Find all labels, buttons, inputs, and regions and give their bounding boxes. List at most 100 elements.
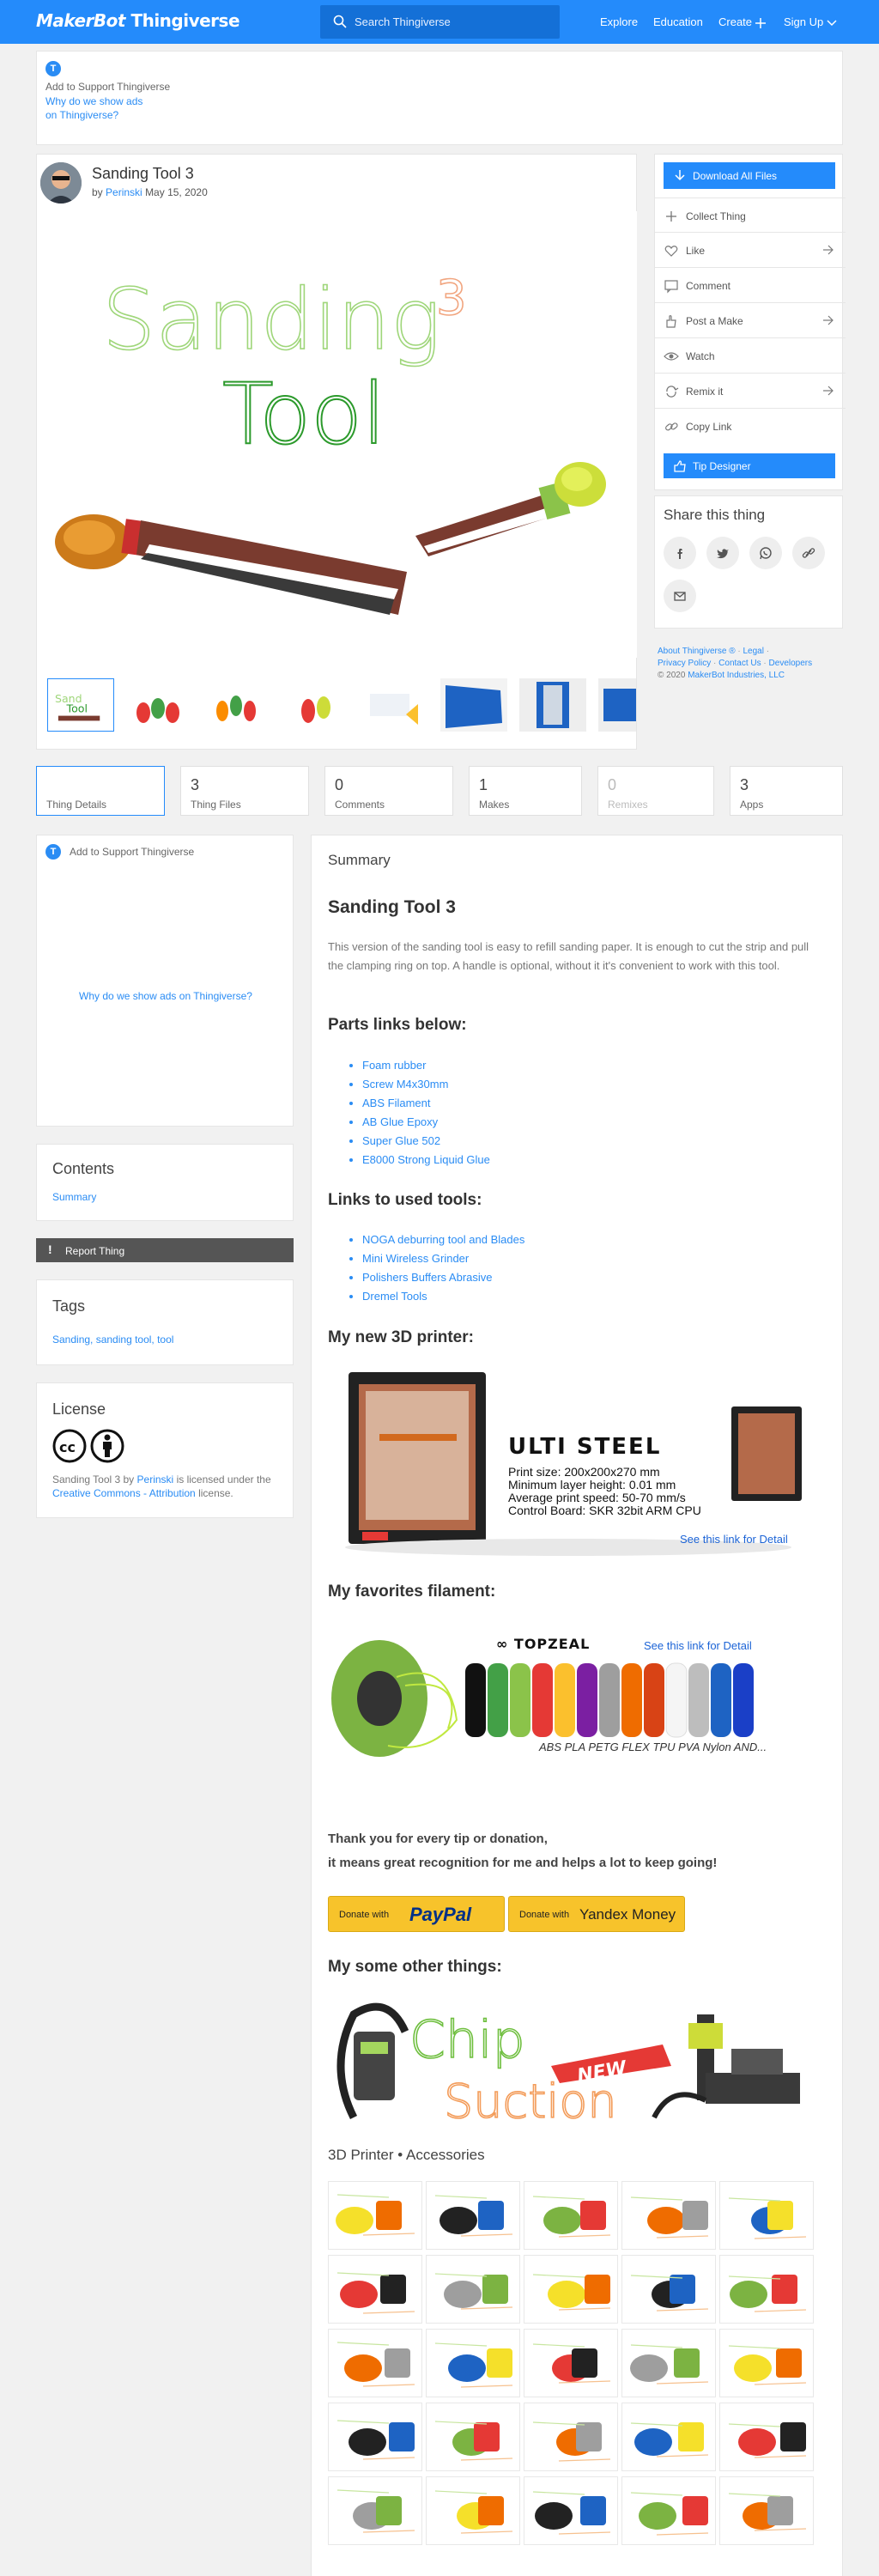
twitter-share-button[interactable] (706, 537, 739, 569)
tools-link[interactable]: Dremel Tools (362, 1287, 524, 1306)
printer-detail-link[interactable]: See this link for Detail (680, 1533, 788, 1546)
company-link[interactable]: MakerBot Industries, LLC (688, 671, 785, 680)
thanks-line-2: it means great recognition for me and he… (328, 1856, 718, 1870)
thumbnail-7[interactable] (519, 678, 586, 732)
accessory-thumbnail[interactable] (621, 2255, 716, 2324)
author-link[interactable]: Perinski (106, 186, 142, 198)
whatsapp-share-button[interactable] (749, 537, 782, 569)
remix-label: Remix it (686, 386, 724, 398)
tags-list[interactable]: Sanding, sanding tool, tool (52, 1334, 173, 1346)
creative-commons-badge[interactable]: cc (52, 1428, 130, 1464)
donate-yandex-button[interactable]: Donate with Yandex Money (508, 1896, 685, 1932)
tab-apps[interactable]: 3 Apps (730, 766, 843, 816)
summary-body: This version of the sanding tool is easy… (328, 940, 809, 972)
ad-why-link-2[interactable]: on Thingiverse? (45, 109, 118, 121)
nav-create[interactable]: Create (718, 15, 767, 28)
post-a-make-button[interactable]: Post a Make (655, 303, 846, 338)
tab-thing-files[interactable]: 3 Thing Files (180, 766, 309, 816)
accessory-thumbnail[interactable] (328, 2181, 422, 2250)
accessory-thumbnail[interactable] (719, 2255, 814, 2324)
thumbnail-4[interactable] (282, 678, 349, 732)
accessory-thumbnail[interactable] (426, 2255, 520, 2324)
download-all-files-button[interactable]: Download All Files (664, 162, 835, 189)
filament-banner[interactable]: ∞ TOPZEAL See this link for Detail ABS P… (328, 1625, 809, 1771)
parts-link[interactable]: Screw M4x30mm (362, 1075, 490, 1094)
donate-paypal-button[interactable]: Donate with PayPal (328, 1896, 505, 1932)
about-link[interactable]: About Thingiverse ® (658, 647, 736, 656)
facebook-share-button[interactable] (664, 537, 696, 569)
accessory-thumbnail[interactable] (328, 2403, 422, 2471)
copy-link-button[interactable]: Copy Link (655, 409, 846, 444)
nav-explore[interactable]: Explore (600, 15, 638, 28)
ad-why-link[interactable]: Why do we show ads (45, 95, 142, 107)
thumbnail-3[interactable] (203, 678, 270, 732)
accessory-thumbnail[interactable] (621, 2181, 716, 2250)
license-author-link[interactable]: Perinski (137, 1473, 174, 1485)
accessory-thumbnail[interactable] (426, 2403, 520, 2471)
accessory-image (524, 2477, 617, 2544)
thumbnail-5[interactable] (361, 678, 428, 732)
accessory-thumbnail[interactable] (621, 2476, 716, 2545)
accessory-thumbnail[interactable] (328, 2476, 422, 2545)
printer-banner[interactable]: ULTI STEEL Print size: 200x200x270 mm Mi… (328, 1365, 817, 1563)
developers-link[interactable]: Developers (769, 659, 813, 668)
email-share-button[interactable] (664, 580, 696, 612)
accessory-thumbnail[interactable] (426, 2181, 520, 2250)
accessory-thumbnail[interactable] (426, 2476, 520, 2545)
parts-link[interactable]: E8000 Strong Liquid Glue (362, 1151, 490, 1170)
license-cc-link[interactable]: Creative Commons - Attribution (52, 1487, 196, 1499)
accessory-thumbnail[interactable] (426, 2329, 520, 2397)
accessory-thumbnail[interactable] (524, 2476, 618, 2545)
report-thing-button[interactable]: ! Report Thing (36, 1238, 294, 1262)
nav-education[interactable]: Education (653, 15, 703, 28)
tools-link[interactable]: Mini Wireless Grinder (362, 1249, 524, 1268)
legal-link[interactable]: Legal (743, 647, 763, 656)
parts-link[interactable]: ABS Filament (362, 1094, 490, 1113)
tab-makes[interactable]: 1 Makes (469, 766, 582, 816)
report-label: Report Thing (65, 1245, 125, 1257)
accessory-thumbnail[interactable] (328, 2255, 422, 2324)
thumbnail-1[interactable]: SandTool (47, 678, 114, 732)
author-avatar[interactable] (40, 162, 82, 204)
copy-link-share-button[interactable] (792, 537, 825, 569)
contact-link[interactable]: Contact Us (718, 659, 761, 668)
parts-link[interactable]: AB Glue Epoxy (362, 1113, 490, 1132)
accessory-thumbnail[interactable] (524, 2403, 618, 2471)
parts-link[interactable]: Foam rubber (362, 1056, 490, 1075)
filament-detail-link[interactable]: See this link for Detail (644, 1639, 752, 1652)
remix-button[interactable]: Remix it (655, 374, 846, 409)
hero-image[interactable]: Sanding 3 Tool (38, 211, 637, 658)
tab-thing-details[interactable]: Thing Details (36, 766, 165, 816)
tip-designer-button[interactable]: Tip Designer (664, 453, 835, 478)
thumbnail-6[interactable] (440, 678, 507, 732)
accessory-thumbnail[interactable] (621, 2403, 716, 2471)
tools-link[interactable]: NOGA deburring tool and Blades (362, 1230, 524, 1249)
like-button[interactable]: Like (655, 233, 846, 268)
comment-button[interactable]: Comment (655, 268, 846, 303)
search-box[interactable]: Search Thingiverse (320, 5, 560, 39)
watch-button[interactable]: Watch (655, 338, 846, 374)
accessory-thumbnail[interactable] (524, 2255, 618, 2324)
accessory-thumbnail[interactable] (524, 2329, 618, 2397)
parts-link[interactable]: Super Glue 502 (362, 1132, 490, 1151)
accessory-thumbnail[interactable] (719, 2329, 814, 2397)
collect-thing-button[interactable]: Collect Thing (655, 197, 846, 233)
thumbnail-2[interactable] (124, 678, 191, 732)
accessory-thumbnail[interactable] (524, 2181, 618, 2250)
accessory-thumbnail[interactable] (719, 2181, 814, 2250)
tools-link[interactable]: Polishers Buffers Abrasive (362, 1268, 524, 1287)
chip-suction-banner[interactable]: Chip Suction NEW (328, 1997, 815, 2126)
contents-summary-link[interactable]: Summary (52, 1191, 96, 1203)
thingiverse-logo[interactable]: MakerBot Thingiverse (36, 10, 240, 31)
accessory-thumbnail[interactable] (719, 2403, 814, 2471)
side-ad-why-link[interactable]: Why do we show ads on Thingiverse? (37, 990, 294, 1002)
accessory-thumbnail[interactable] (621, 2329, 716, 2397)
accessory-thumbnail[interactable] (328, 2329, 422, 2397)
tab-comments[interactable]: 0 Comments (324, 766, 453, 816)
nav-signup[interactable]: Sign Up (784, 15, 837, 28)
thumbnail-8[interactable] (598, 678, 636, 732)
accessory-thumbnail[interactable] (719, 2476, 814, 2545)
tab-remixes[interactable]: 0 Remixes (597, 766, 714, 816)
chevron-down-icon (827, 20, 837, 26)
privacy-link[interactable]: Privacy Policy (658, 659, 711, 668)
